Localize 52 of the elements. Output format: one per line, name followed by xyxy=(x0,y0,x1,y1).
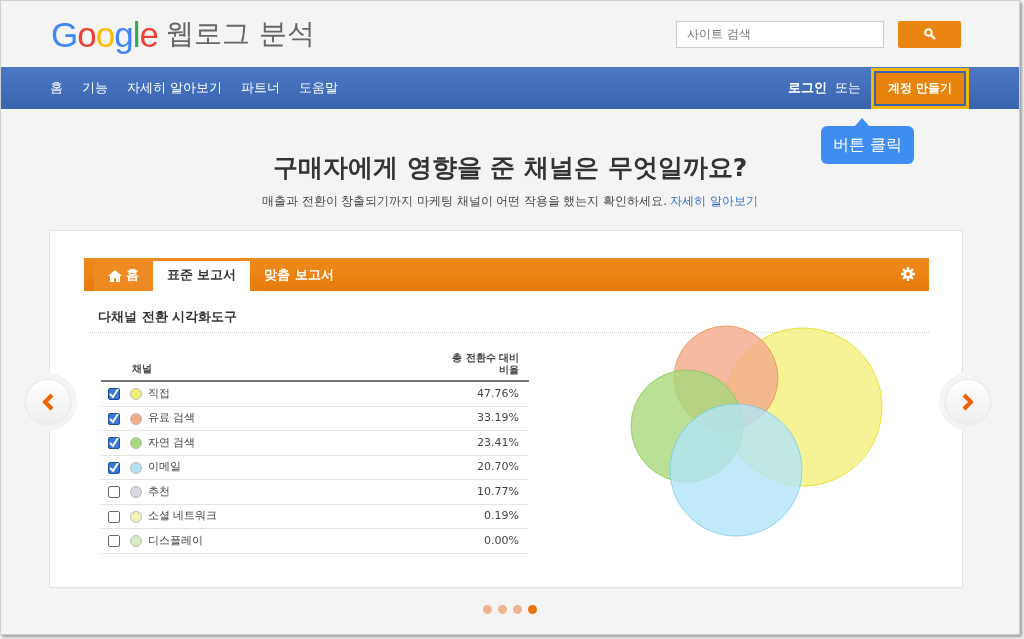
search-icon xyxy=(923,28,936,40)
channel-name: 유료 검색 xyxy=(148,410,196,427)
channel-value: 47.76% xyxy=(477,385,519,402)
channel-name: 추천 xyxy=(148,483,170,500)
channel-value: 10.77% xyxy=(477,483,519,500)
home-icon xyxy=(108,269,122,282)
search-field[interactable]: 사이트 검색 xyxy=(676,20,884,48)
channel-value: 20.70% xyxy=(477,459,519,476)
checkbox[interactable] xyxy=(108,412,120,425)
subtitle-text: 매출과 전환이 창출되기까지 마케팅 채널이 어떤 작용을 했는지 확인하세요. 자세히 알아보기 xyxy=(260,192,760,210)
headline: 구매자에게 영향을 준 채널은 무엇일까요? xyxy=(271,152,749,184)
chevron-left-icon xyxy=(42,393,54,411)
create-account-button[interactable]: 계정 만들기 xyxy=(870,67,969,109)
report-tab[interactable]: 홈 xyxy=(94,260,153,291)
carousel-dot[interactable] xyxy=(498,604,507,614)
report-tab[interactable]: 맞춤 보고서 xyxy=(250,260,348,291)
chevron-right-icon xyxy=(962,393,974,411)
nav-link[interactable]: 기능 xyxy=(82,78,108,98)
carousel-dot[interactable] xyxy=(528,604,537,614)
nav-link[interactable]: 도움말 xyxy=(299,78,339,98)
channel-value: 23.41% xyxy=(477,434,519,451)
report-title: 다채널 전환 시각화도구 xyxy=(98,307,239,326)
search-button[interactable] xyxy=(898,20,961,48)
channel-value: 33.19% xyxy=(477,410,519,427)
nav-link[interactable]: 파트너 xyxy=(241,78,281,98)
login-link[interactable]: 로그인 xyxy=(787,78,827,98)
channel-value: 0.19% xyxy=(484,508,519,525)
checkbox[interactable] xyxy=(108,535,120,547)
or-text: 또는 xyxy=(834,79,861,98)
channel-value: 0.00% xyxy=(484,532,519,549)
nav-link[interactable]: 홈 xyxy=(50,78,63,98)
column-header: 채널 xyxy=(132,362,152,377)
channel-name: 직접 xyxy=(148,385,170,402)
channel-name: 이메일 xyxy=(148,459,181,476)
tooltip-pointer xyxy=(854,118,870,127)
carousel-dot[interactable] xyxy=(483,604,492,614)
google-logo: Google xyxy=(51,16,158,52)
product-name: 웹로그 분석 xyxy=(165,20,315,48)
channel-name: 디스플레이 xyxy=(148,532,203,549)
carousel-dot[interactable] xyxy=(513,604,522,614)
checkbox[interactable] xyxy=(108,388,120,400)
checkbox[interactable] xyxy=(108,437,120,449)
channel-name: 소셜 네트워크 xyxy=(148,508,218,525)
learn-more-link[interactable]: 자세히 알아보기 xyxy=(670,193,759,208)
checkbox[interactable] xyxy=(108,486,120,498)
settings-icon[interactable] xyxy=(901,267,915,282)
report-tab[interactable]: 표준 보고서 xyxy=(153,260,251,291)
channel-name: 자연 검색 xyxy=(148,434,196,451)
column-header: 총 전환수 대비 비율 xyxy=(451,352,519,377)
checkbox[interactable] xyxy=(108,510,120,523)
nav-link[interactable]: 자세히 알아보기 xyxy=(127,78,223,98)
checkbox[interactable] xyxy=(108,461,120,474)
